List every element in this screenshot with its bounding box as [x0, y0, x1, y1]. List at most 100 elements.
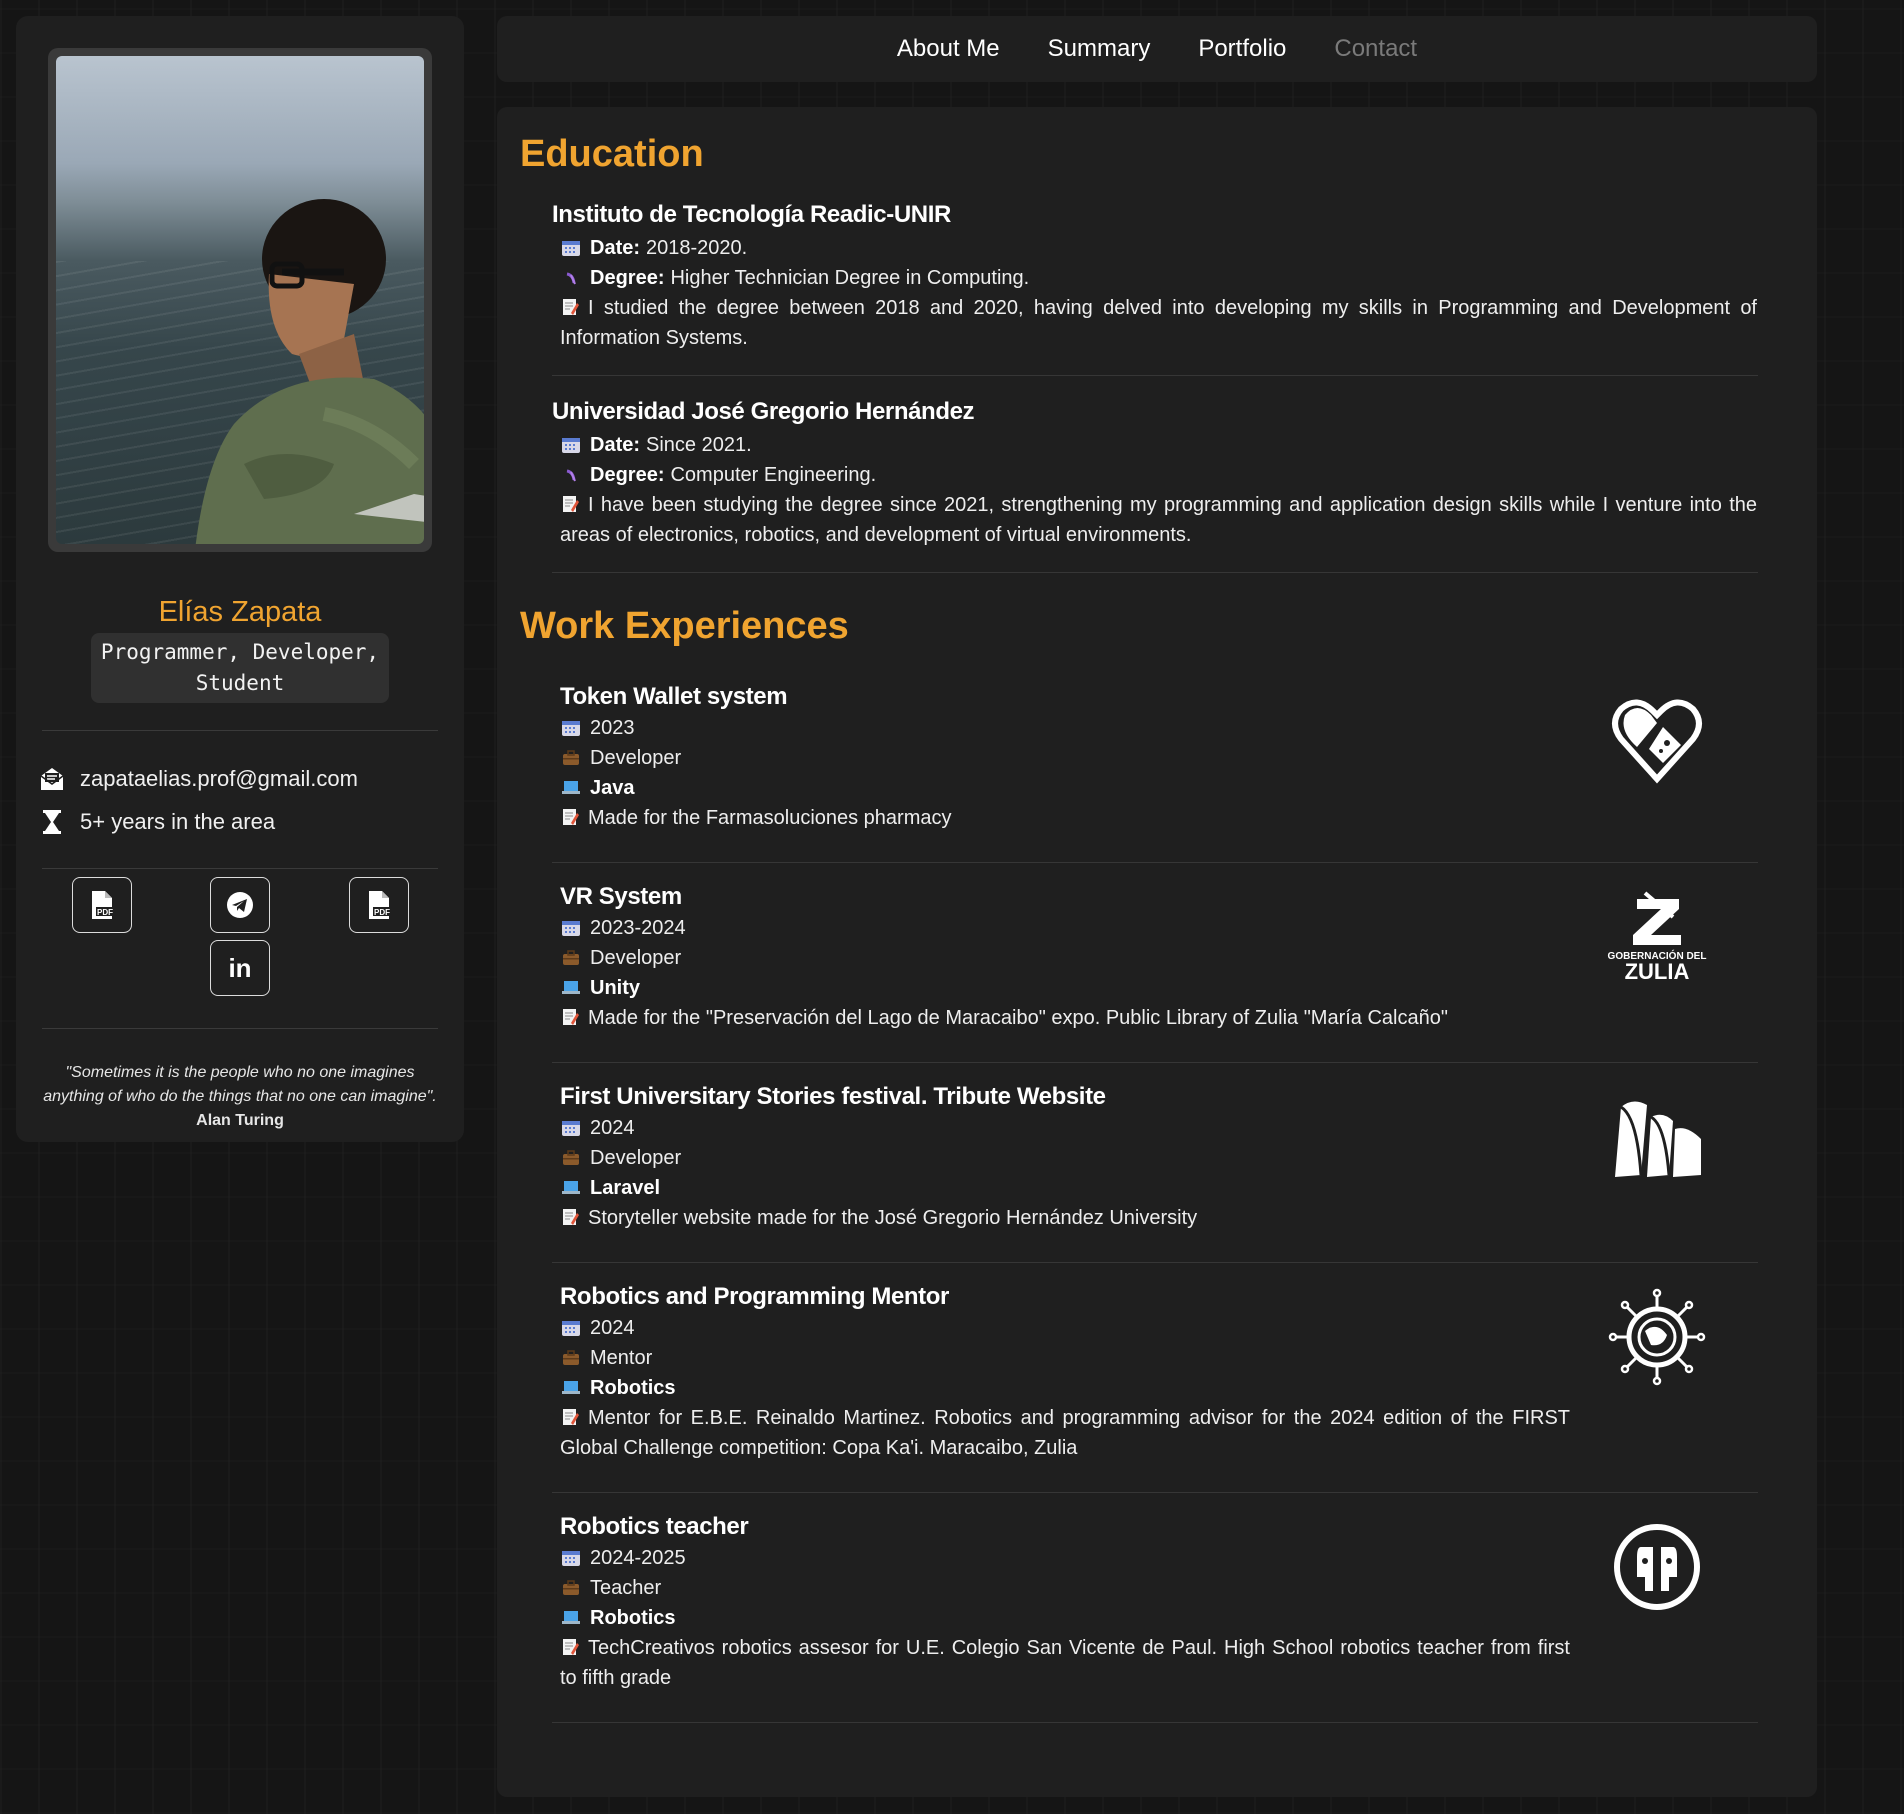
- work-entry: Robotics and Programming Mentor 2024 Mento…: [560, 1283, 1570, 1463]
- work-heading: Work Experiences: [520, 605, 849, 647]
- work-tech-row: Unity: [560, 973, 1570, 1003]
- entry-divider: [552, 1722, 1758, 1723]
- work-role-row: Developer: [560, 743, 1570, 773]
- sidebar-divider: [42, 730, 438, 731]
- experience-text: 5+ years in the area: [80, 809, 276, 834]
- profile-name: Elías Zapata: [158, 596, 322, 628]
- entry-divider: [552, 862, 1758, 863]
- education-date-row: Date: Since 2021.: [560, 430, 1757, 460]
- briefcase-icon: [560, 1348, 582, 1368]
- role-line-1: Programmer, Developer,: [100, 640, 380, 664]
- education-description: I studied the degree between 2018 and 20…: [560, 296, 1757, 349]
- person-silhouette: [195, 199, 424, 544]
- experience-row: 5+ years in the area: [38, 808, 275, 836]
- telegram-icon: [227, 892, 253, 918]
- education-degree-row: Degree: Higher Technician Degree in Comp…: [560, 263, 1757, 293]
- education-description: I have been studying the degree since 20…: [560, 493, 1757, 546]
- email-text[interactable]: zapataelias.prof@gmail.com: [80, 766, 358, 792]
- quote-author: Alan Turing: [196, 1112, 284, 1129]
- memo-icon: [560, 1006, 582, 1026]
- work-tech-row: Robotics: [560, 1603, 1570, 1633]
- degree-label: Degree:: [590, 267, 665, 289]
- work-date-row: 2024: [560, 1113, 1570, 1143]
- education-school: Instituto de Tecnología Readic-UNIR: [552, 201, 951, 228]
- svg-text:PDF: PDF: [374, 908, 390, 917]
- laptop-icon: [560, 978, 582, 998]
- nav-summary[interactable]: Summary: [1048, 35, 1151, 63]
- techcreativos-logo: [1607, 1517, 1707, 1617]
- quote-text: "Sometimes it is the people who no one i…: [43, 1064, 437, 1105]
- nav-about-me[interactable]: About Me: [897, 35, 1000, 63]
- work-role: Mentor: [590, 1347, 653, 1369]
- education-school: Universidad José Gregorio Hernández: [552, 398, 975, 425]
- work-title: First Universitary Stories festival. Tri…: [560, 1083, 1106, 1110]
- book-pages-logo: [1607, 1087, 1707, 1187]
- envelope-icon: [40, 768, 64, 790]
- memo-icon: [560, 1406, 582, 1426]
- calendar-icon: [560, 435, 582, 455]
- svg-text:PDF: PDF: [97, 908, 113, 917]
- education-degree: Computer Engineering.: [670, 464, 877, 486]
- work-role: Teacher: [590, 1577, 662, 1599]
- memo-icon: [560, 806, 582, 826]
- education-entry: Instituto de Tecnología Readic-UNIR Date…: [552, 201, 1757, 353]
- entry-divider: [552, 1492, 1758, 1493]
- briefcase-icon: [560, 1148, 582, 1168]
- calendar-icon: [560, 238, 582, 258]
- nav-portfolio[interactable]: Portfolio: [1198, 35, 1286, 63]
- work-tech-row: Robotics: [560, 1373, 1570, 1403]
- linkedin-button[interactable]: in: [210, 940, 270, 996]
- work-date: 2024: [590, 1117, 635, 1139]
- laptop-icon: [560, 1608, 582, 1628]
- memo-icon: [560, 296, 582, 316]
- work-description: TechCreativos robotics assesor for U.E. …: [560, 1636, 1570, 1689]
- svg-text:ZULIA: ZULIA: [1625, 959, 1690, 984]
- calendar-icon: [560, 1318, 582, 1338]
- profile-photo: [56, 56, 424, 544]
- work-role-row: Teacher: [560, 1573, 1570, 1603]
- gobernacion-zulia-logo: GOBERNACIÓN DEL ZULIA: [1607, 887, 1707, 987]
- graduation-icon: [560, 268, 582, 288]
- work-entry: VR System 2023-2024 Developer Unity Made for…: [560, 883, 1570, 1033]
- entry-divider: [552, 1262, 1758, 1263]
- laptop-icon: [560, 1378, 582, 1398]
- work-date-row: 2023: [560, 713, 1570, 743]
- robotic-globe-logo: [1607, 1287, 1707, 1387]
- work-role: Developer: [590, 947, 682, 969]
- education-heading: Education: [520, 133, 704, 175]
- education-degree-row: Degree: Computer Engineering.: [560, 460, 1757, 490]
- sidebar-divider: [42, 868, 438, 869]
- work-role: Developer: [590, 747, 682, 769]
- work-tech: Laravel: [590, 1177, 661, 1199]
- pdf-file-icon: PDF: [92, 891, 114, 919]
- linkedin-icon: in: [228, 952, 252, 983]
- briefcase-icon: [560, 1578, 582, 1598]
- work-title: Robotics and Programming Mentor: [560, 1283, 949, 1310]
- memo-icon: [560, 1206, 582, 1226]
- telegram-button[interactable]: [210, 877, 270, 933]
- work-role-row: Developer: [560, 1143, 1570, 1173]
- work-entry: First Universitary Stories festival. Tri…: [560, 1083, 1570, 1233]
- portfolio-pdf-button[interactable]: PDF: [349, 877, 409, 933]
- work-tech: Java: [590, 777, 635, 799]
- cv-pdf-button[interactable]: PDF: [72, 877, 132, 933]
- work-date-row: 2024: [560, 1313, 1570, 1343]
- work-description: Made for the "Preservación del Lago de M…: [560, 1003, 1570, 1033]
- memo-icon: [560, 493, 582, 513]
- heart-pill-logo: [1607, 687, 1707, 787]
- entry-divider: [552, 572, 1758, 573]
- work-tech: Robotics: [590, 1377, 676, 1399]
- work-tech: Robotics: [590, 1607, 676, 1629]
- work-date-row: 2023-2024: [560, 913, 1570, 943]
- work-date-row: 2024-2025: [560, 1543, 1570, 1573]
- work-date: 2024: [590, 1317, 635, 1339]
- nav-contact[interactable]: Contact: [1334, 35, 1417, 63]
- calendar-icon: [560, 718, 582, 738]
- work-description: Storyteller website made for the José Gr…: [560, 1203, 1570, 1233]
- work-role-row: Mentor: [560, 1343, 1570, 1373]
- top-navbar: About Me Summary Portfolio Contact: [497, 16, 1817, 82]
- memo-icon: [560, 1636, 582, 1656]
- degree-label: Degree:: [590, 464, 665, 486]
- graduation-icon: [560, 465, 582, 485]
- education-date-row: Date: 2018-2020.: [560, 233, 1757, 263]
